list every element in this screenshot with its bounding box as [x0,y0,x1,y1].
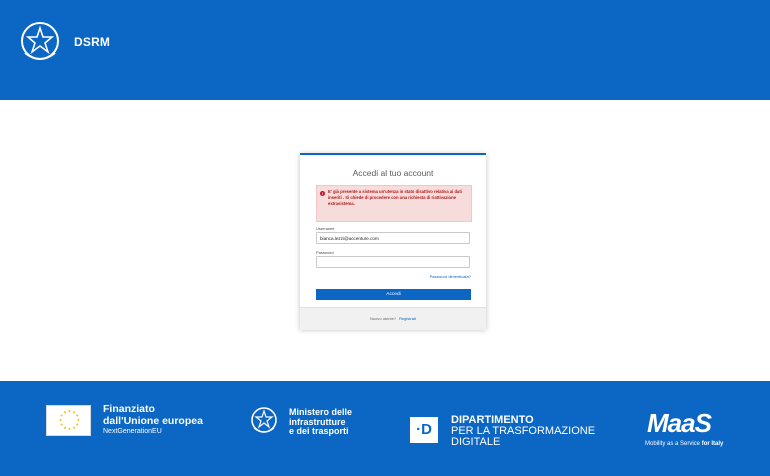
password-label: Password [316,250,334,255]
username-label: Username [316,226,335,231]
dtd-text: DIPARTIMENTO PER LA TRASFORMAZIONE DIGIT… [451,415,595,448]
eu-flag-icon [46,405,91,436]
forgot-password-link[interactable]: Password dimenticata? [430,274,471,279]
ministry-text: Ministero delle infrastrutture e dei tra… [289,407,352,437]
top-header: DSRM [0,0,770,100]
eu-line-1: Finanziato [103,403,155,415]
dtd-line-3: DIGITALE [451,436,501,448]
app-title: DSRM [74,35,111,49]
italian-republic-emblem-icon [21,22,59,60]
error-icon: ! [320,191,325,196]
alert-message: E' già presente a sistema un'utenza in s… [328,189,462,207]
username-input[interactable] [316,232,470,244]
mit-line-3: e dei trasporti [289,426,349,436]
register-link[interactable]: Registrati [399,316,416,321]
ministry-emblem-icon [251,407,277,433]
register-prompt: Nuovo utente? Registrati [300,316,486,321]
eu-funding-text: Finanziato dall'Unione europea NextGener… [103,403,203,437]
eu-line-2: dall'Unione europea [103,415,203,427]
eu-line-3: NextGenerationEU [103,428,162,435]
new-user-text: Nuovo utente? [370,316,397,321]
password-input[interactable] [316,256,470,268]
maas-tagline: Mobility as a Service for Italy [645,441,723,447]
maas-tag-prefix: Mobility as a Service [645,441,701,447]
login-title: Accedi al tuo account [352,168,434,178]
card-footer: Nuovo utente? Registrati [300,307,486,330]
maas-logo: MaaS [647,408,712,438]
page-footer: Finanziato dall'Unione europea NextGener… [0,381,770,476]
dtd-logo-icon: ·D [410,417,438,443]
error-alert: ! E' già presente a sistema un'utenza in… [316,185,472,222]
login-button[interactable]: Accedi [316,289,471,300]
maas-tag-suffix: for Italy [701,441,724,447]
login-card: Accedi al tuo account ! E' già presente … [300,153,486,330]
